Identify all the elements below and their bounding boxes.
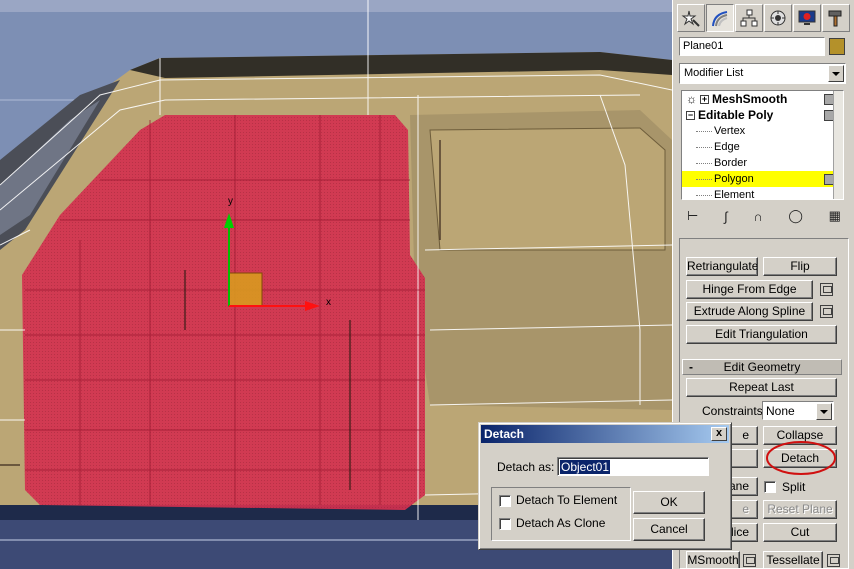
extrude-along-spline-button[interactable]: Extrude Along Spline <box>686 302 813 321</box>
detach-to-element-label: Detach To Element <box>516 493 618 507</box>
stack-scrollbar[interactable] <box>833 91 843 199</box>
hierarchy-tab[interactable] <box>735 4 763 32</box>
stack-subitem-polygon[interactable]: Polygon <box>682 171 843 187</box>
stack-item-label: Edge <box>714 141 740 153</box>
hinge-settings-icon[interactable] <box>820 283 833 296</box>
constraints-value: None <box>766 404 795 418</box>
detach-as-clone-checkbox[interactable] <box>499 518 511 530</box>
stack-subitem-element[interactable]: Element <box>682 187 843 200</box>
ok-button[interactable]: OK <box>633 491 705 514</box>
cancel-button[interactable]: Cancel <box>633 518 705 541</box>
stack-item-label: MeshSmooth <box>712 92 788 106</box>
hierarchy-icon <box>740 9 758 27</box>
expand-plus-icon[interactable]: + <box>700 95 709 105</box>
stack-subitem-edge[interactable]: Edge <box>682 139 843 155</box>
detach-dialog: Detach x Detach as: Object01 Detach To E… <box>478 422 732 550</box>
detach-as-label: Detach as: <box>497 460 555 474</box>
retriangulate-button[interactable]: Retriangulate <box>686 257 758 276</box>
utilities-tab[interactable] <box>822 4 850 32</box>
modifier-stack: ☼ + MeshSmooth − Editable Poly Vertex Edge … <box>681 90 844 200</box>
rollout-title-label: Edit Geometry <box>723 360 801 374</box>
collapse-minus-icon[interactable]: − <box>686 111 695 121</box>
repeat-last-button[interactable]: Repeat Last <box>686 378 837 397</box>
stack-item-label: Polygon <box>714 173 754 185</box>
hinge-from-edge-button[interactable]: Hinge From Edge <box>686 280 813 299</box>
detach-as-value: Object01 <box>560 460 611 474</box>
chevron-down-icon[interactable] <box>816 403 832 420</box>
remove-modifier-icon[interactable]: ◯ <box>788 208 803 224</box>
command-panel-tabs <box>677 4 851 32</box>
gizmo-y-label: y <box>228 196 233 207</box>
split-label: Split <box>782 480 806 494</box>
highlight-ellipse <box>766 441 836 475</box>
detach-as-clone-label: Detach As Clone <box>516 516 606 530</box>
stack-toolbar: ⊢ ∫ ∩ ◯ ▦ <box>681 205 847 227</box>
dialog-titlebar[interactable]: Detach x <box>481 425 729 443</box>
tessellate-settings-icon[interactable] <box>827 554 840 567</box>
rollout-collapse-icon: - <box>689 360 693 374</box>
object-name-field[interactable]: Plane01 <box>679 37 825 56</box>
stack-item-meshsmooth[interactable]: ☼ + MeshSmooth <box>682 91 843 107</box>
stack-item-label: Editable Poly <box>698 108 774 122</box>
cut-button[interactable]: Cut <box>763 523 837 542</box>
detach-as-input[interactable]: Object01 <box>557 457 709 476</box>
hammer-icon <box>828 10 842 27</box>
edit-geometry-rollout-title[interactable]: - Edit Geometry <box>682 359 842 375</box>
chevron-down-icon[interactable] <box>828 65 844 82</box>
cursor-star-icon <box>681 10 700 27</box>
show-end-result-icon[interactable]: ∫ <box>724 209 728 224</box>
make-unique-icon[interactable]: ∩ <box>753 209 762 224</box>
gizmo-x-label: x <box>326 297 331 308</box>
object-color-swatch[interactable] <box>829 38 845 55</box>
split-checkbox[interactable] <box>764 481 776 493</box>
display-icon <box>798 10 816 25</box>
modifier-list-dropdown[interactable]: Modifier List <box>679 63 846 84</box>
modifier-list-label: Modifier List <box>684 67 744 79</box>
stack-item-label: Border <box>714 157 748 169</box>
object-name-value: Plane01 <box>683 40 724 52</box>
detach-to-element-checkbox[interactable] <box>499 495 511 507</box>
close-icon[interactable]: x <box>711 427 727 441</box>
create-tab[interactable] <box>677 4 705 32</box>
pin-stack-icon[interactable]: ⊢ <box>687 208 698 224</box>
dialog-title: Detach <box>484 427 525 441</box>
motion-tab[interactable] <box>764 4 792 32</box>
stack-item-label: Vertex <box>714 125 746 137</box>
stack-subitem-vertex[interactable]: Vertex <box>682 123 843 139</box>
stack-item-label: Element <box>714 189 755 200</box>
msmooth-settings-icon[interactable] <box>743 554 756 567</box>
edit-triangulation-button[interactable]: Edit Triangulation <box>686 325 837 344</box>
msmooth-button[interactable]: MSmooth <box>686 551 740 568</box>
detach-options-group: Detach To Element Detach As Clone <box>491 487 631 541</box>
constraints-label: Constraints: <box>702 404 767 418</box>
reset-plane-button[interactable]: Reset Plane <box>763 500 837 519</box>
stack-item-editable-poly[interactable]: − Editable Poly <box>682 107 843 123</box>
stack-subitem-border[interactable]: Border <box>682 155 843 171</box>
configure-modifier-sets-icon[interactable]: ▦ <box>829 208 841 224</box>
tessellate-button[interactable]: Tessellate <box>763 551 823 568</box>
modify-rainbow-icon <box>712 11 728 27</box>
motion-icon <box>770 10 786 26</box>
display-tab[interactable] <box>793 4 821 32</box>
flip-button[interactable]: Flip <box>763 257 837 276</box>
modify-tab[interactable] <box>706 4 734 32</box>
lightbulb-icon[interactable]: ☼ <box>686 91 697 107</box>
extrude-spline-settings-icon[interactable] <box>820 305 833 318</box>
constraints-select[interactable]: None <box>762 401 834 420</box>
